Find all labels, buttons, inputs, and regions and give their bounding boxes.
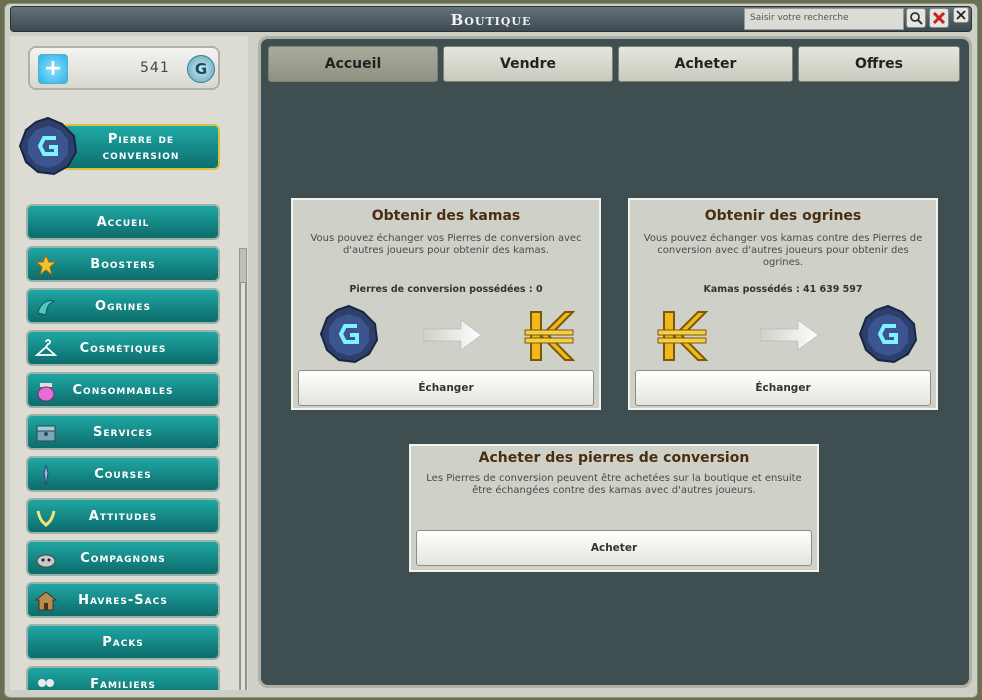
sidebar-item-label: Compagnons [80,551,166,566]
sidebar-item-accueil[interactable]: Accueil [26,204,220,240]
sidebar-item-label: Ogrines [95,299,151,314]
exchange-stones-button[interactable]: Échanger [298,370,594,406]
card-get-kamas: Obtenir des kamas Vous pouvez échanger v… [291,198,601,410]
sidebar-item-label: Packs [102,635,144,650]
sidebar-item-services[interactable]: Services [26,414,220,450]
red-x-icon [932,11,946,25]
ogrine-balance: + 541 G [28,46,220,90]
sidebar-item-boosters[interactable]: Boosters [26,246,220,282]
kamas-icon [524,311,575,361]
search-input[interactable] [750,13,900,23]
stones-owned-count: Pierres de conversion possédées : 0 [349,284,543,295]
tab-vendre[interactable]: Vendre [443,46,613,82]
sidebar-item-label: Services [93,425,153,440]
balance-value: 541 [140,60,170,76]
card-description: Les Pierres de conversion peuvent être a… [426,473,802,496]
sidebar-item-cosmetiques[interactable]: Cosmétiques [26,330,220,366]
close-window-button[interactable] [953,7,969,23]
conversion-stone-icon [18,116,78,176]
card-description: Vous pouvez échanger vos Pierres de conv… [310,233,582,256]
ogrine-icon: G [187,55,215,83]
sidebar-item-label: Familiers [90,677,156,690]
sidebar-item-courses[interactable]: Courses [26,456,220,492]
conversion-label-line1: Pierre de [107,132,175,147]
conversion-stone-button[interactable]: Pierre de conversion [62,124,220,170]
sidebar-item-compagnons[interactable]: Compagnons [26,540,220,576]
buy-stones-button[interactable]: Acheter [416,530,812,566]
close-icon [956,10,966,20]
sidebar-scroll-thumb[interactable] [240,282,246,690]
search-icon [910,12,923,25]
card-buy-stones: Acheter des pierres de conversion Les Pi… [409,444,819,572]
tab-accueil[interactable]: Accueil [268,46,438,82]
conversion-stone-section: Pierre de conversion [18,116,223,176]
card-title: Acheter des pierres de conversion [478,450,750,466]
sidebar-item-label: Havres-Sacs [78,593,168,608]
sidebar-item-consommables[interactable]: Consommables [26,372,220,408]
kamas-icon [657,311,708,361]
card-description: Vous pouvez échanger vos kamas contre de… [643,233,923,268]
add-ogrines-button[interactable]: + [38,54,68,84]
card-get-ogrines: Obtenir des ogrines Vous pouvez échanger… [628,198,938,410]
sidebar-item-label: Cosmétiques [79,341,167,356]
exchange-kamas-button[interactable]: Échanger [635,370,931,406]
tab-offres[interactable]: Offres [798,46,960,82]
arrow-right-icon [760,319,819,351]
sidebar-item-label: Attitudes [88,509,158,524]
sidebar-item-packs[interactable]: Packs [26,624,220,660]
conversion-label-line2: conversion [102,148,180,163]
conversion-stone-icon [319,304,379,364]
sidebar-item-havres-sacs[interactable]: Havres-Sacs [26,582,220,618]
sidebar-item-label: Courses [94,467,152,482]
sidebar-item-ogrines[interactable]: Ogrines [26,288,220,324]
sidebar-item-familiers[interactable]: Familiers [26,666,220,690]
arrow-right-icon [423,319,482,351]
sidebar-item-label: Consommables [72,383,174,398]
search-box[interactable] [744,8,904,30]
sidebar-item-attitudes[interactable]: Attitudes [26,498,220,534]
sidebar-item-label: Accueil [96,215,150,230]
clear-search-button[interactable] [929,8,949,28]
sidebar: + 541 G Pierre de conversion Accueil Boo… [10,36,248,690]
card-title: Obtenir des ogrines [704,208,862,224]
tab-acheter[interactable]: Acheter [618,46,793,82]
kamas-owned-count: Kamas possédés : 41 639 597 [703,284,863,295]
conversion-stone-icon [858,304,918,364]
sidebar-item-label: Boosters [90,257,156,272]
card-title: Obtenir des kamas [371,208,521,224]
search-button[interactable] [906,8,926,28]
